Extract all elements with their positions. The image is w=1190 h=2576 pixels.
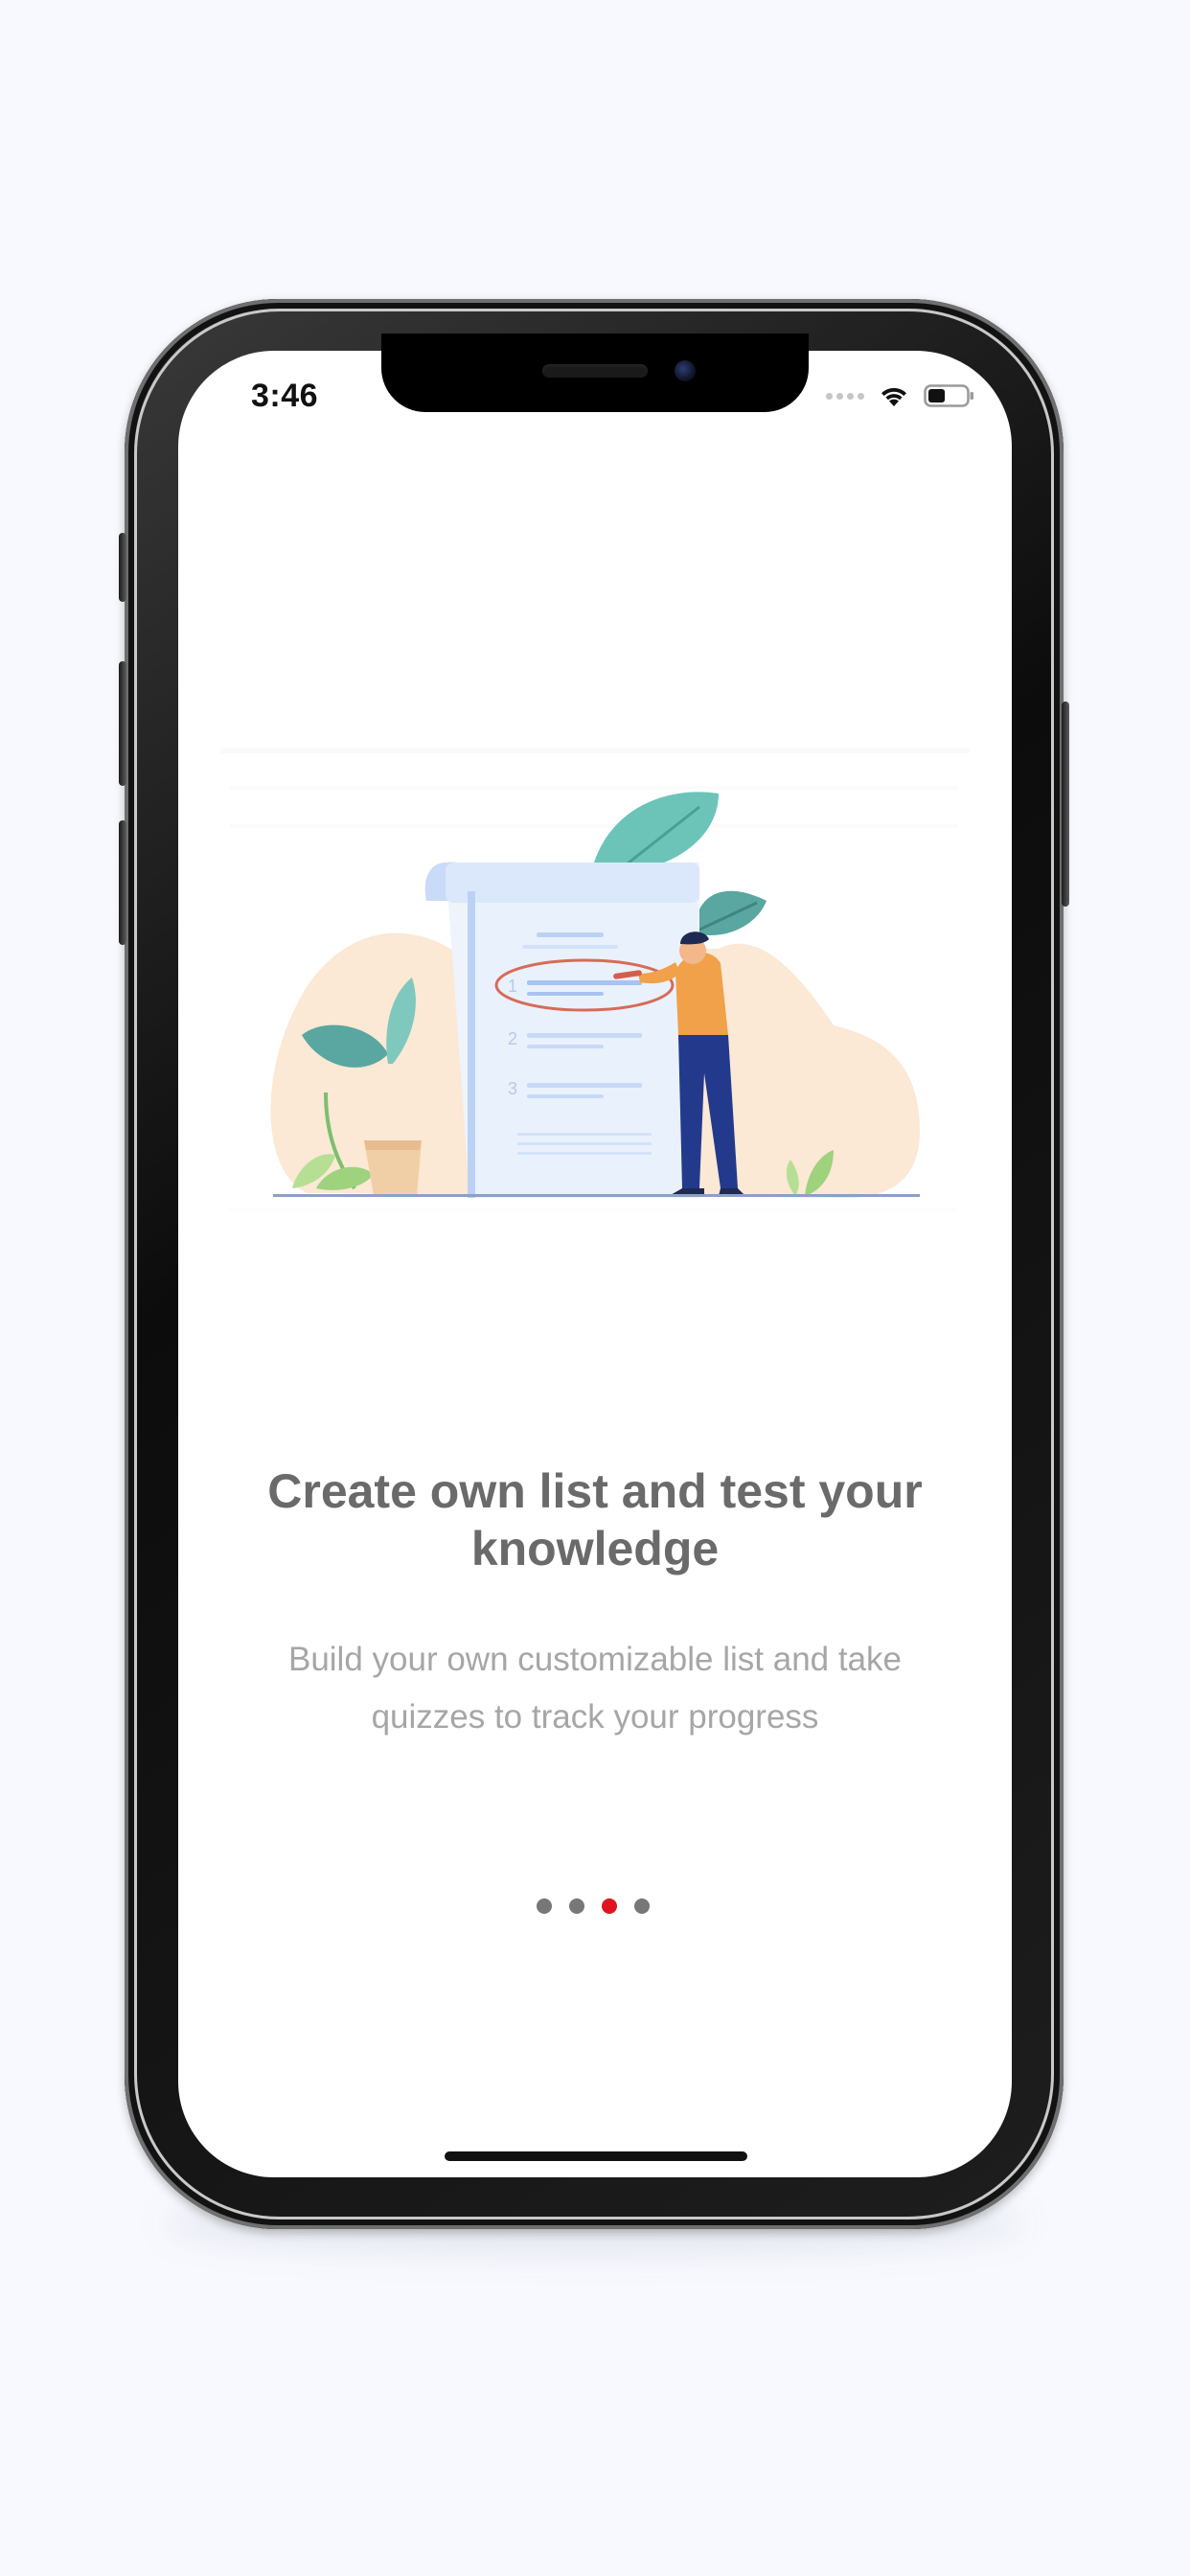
cellular-dots-icon (826, 392, 864, 400)
page-dot-4[interactable] (634, 1898, 650, 1914)
volume-down-button (119, 820, 126, 945)
front-camera (675, 360, 696, 381)
page-indicator (537, 1898, 650, 1915)
svg-text:1: 1 (508, 977, 517, 996)
status-time: 3:46 (251, 378, 319, 414)
checklist-illustration: 1 2 3 (220, 748, 970, 1211)
onboarding-subtitle: Build your own customizable list and tak… (287, 1641, 903, 1736)
page-dot-1[interactable] (537, 1898, 552, 1914)
svg-text:2: 2 (508, 1029, 517, 1048)
status-icons (826, 381, 975, 410)
wifi-icon (881, 387, 906, 406)
onboarding-title: Create own list and test your knowledge (267, 1464, 923, 1576)
page-dot-2[interactable] (569, 1898, 584, 1914)
earpiece-speaker (542, 364, 648, 378)
mute-switch (119, 533, 126, 602)
battery-icon (924, 384, 973, 407)
svg-text:3: 3 (508, 1079, 517, 1098)
home-indicator[interactable] (445, 2151, 747, 2161)
volume-up-button (119, 661, 126, 786)
page-dot-3-active[interactable] (602, 1898, 617, 1914)
device-frame-stage: 3:46 1 2 3 Create own list and test your… (0, 0, 1190, 2576)
power-button (1062, 702, 1069, 907)
battery-level-fill (928, 389, 946, 402)
